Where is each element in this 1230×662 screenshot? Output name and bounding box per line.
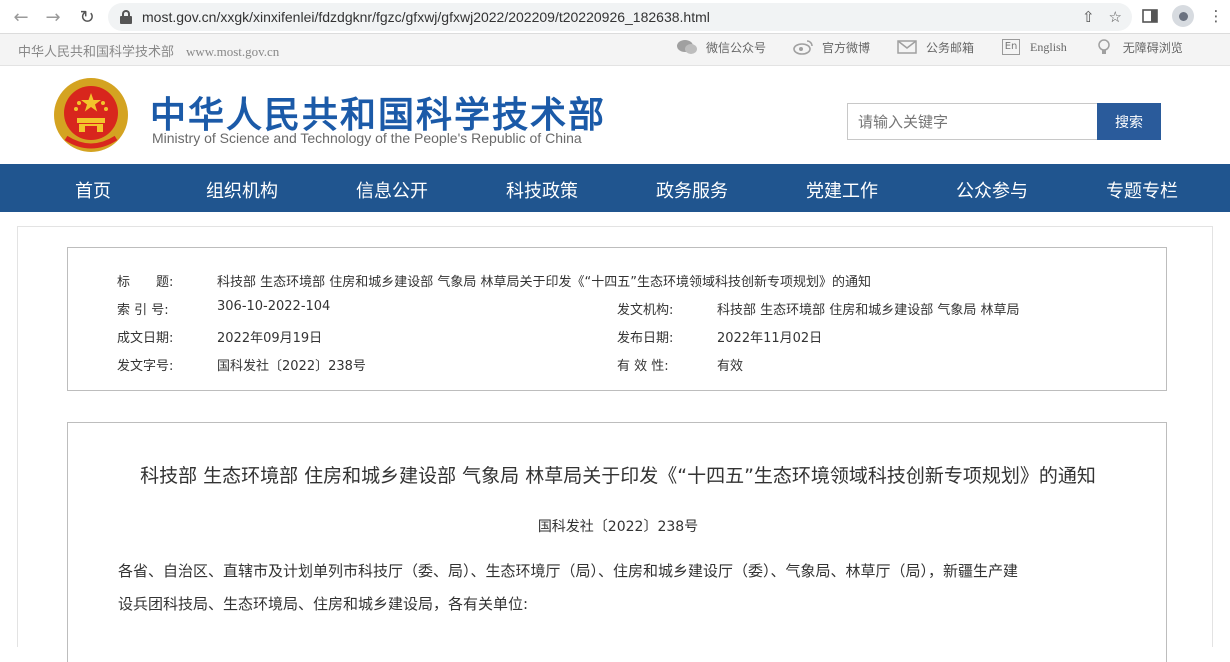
- url-text[interactable]: most.gov.cn/xxgk/xinxifenlei/fdzdgknr/fg…: [142, 9, 710, 25]
- browser-toolbar: ← → ↻ most.gov.cn/xxgk/xinxifenlei/fdzdg…: [0, 0, 1230, 34]
- article-title: 科技部 生态环境部 住房和城乡建设部 气象局 林草局关于印发《“十四五”生态环境…: [140, 465, 1096, 487]
- mail-icon: [896, 38, 918, 56]
- article-line: 各省、自治区、直辖市及计划单列市科技厅（委、局）、生态环境厅（局）、住房和城乡建…: [118, 562, 1019, 580]
- site-url: www.most.gov.cn: [186, 44, 280, 59]
- meta-index-label: 索 引 号:: [117, 303, 169, 318]
- meta-index-value: 306-10-2022-104: [217, 299, 331, 314]
- wechat-link[interactable]: 微信公众号: [676, 38, 766, 56]
- nav-item-services[interactable]: 政务服务: [656, 177, 728, 203]
- meta-published-value: 2022年11月02日: [717, 331, 823, 346]
- weibo-icon: [792, 38, 814, 56]
- national-emblem-logo[interactable]: [52, 76, 130, 154]
- address-bar[interactable]: most.gov.cn/xxgk/xinxifenlei/fdzdgknr/fg…: [108, 3, 1132, 31]
- forward-arrow-icon[interactable]: →: [40, 4, 66, 30]
- nav-item-home[interactable]: 首页: [75, 177, 111, 203]
- meta-validity-label: 有 效 性:: [617, 359, 669, 374]
- nav-item-info-disclosure[interactable]: 信息公开: [356, 177, 428, 203]
- back-arrow-icon[interactable]: ←: [8, 4, 34, 30]
- meta-title-label: 标 题:: [117, 275, 174, 290]
- meta-created-value: 2022年09月19日: [217, 331, 323, 346]
- site-title-en: Ministry of Science and Technology of th…: [152, 130, 582, 146]
- weibo-link[interactable]: 官方微博: [792, 38, 870, 56]
- meta-validity-value: 有效: [717, 359, 744, 374]
- meta-issuer-label: 发文机构:: [617, 303, 674, 318]
- search-input[interactable]: [847, 103, 1097, 140]
- sidebar-toggle-icon[interactable]: [1138, 4, 1162, 28]
- profile-avatar[interactable]: [1172, 5, 1194, 27]
- article-doc-number: 国科发社〔2022〕238号: [537, 519, 699, 535]
- site-name: 中华人民共和国科学技术部 www.most.gov.cn: [18, 44, 280, 60]
- article-line: 设兵团科技局、生态环境局、住房和城乡建设局，各有关单位:: [118, 595, 529, 613]
- meta-issuer-value: 科技部 生态环境部 住房和城乡建设部 气象局 林草局: [717, 303, 1020, 318]
- site-header: 中华人民共和国科学技术部 Ministry of Science and Tec…: [0, 66, 1230, 164]
- english-icon: En: [1000, 38, 1022, 56]
- accessibility-icon: [1093, 38, 1115, 56]
- nav-item-policy[interactable]: 科技政策: [506, 177, 578, 203]
- share-icon[interactable]: ⇧: [1082, 8, 1095, 26]
- nav-item-topics[interactable]: 专题专栏: [1106, 177, 1178, 203]
- search-button[interactable]: 搜索: [1097, 103, 1161, 140]
- nav-item-organization[interactable]: 组织机构: [206, 177, 278, 203]
- meta-docno-value: 国科发社〔2022〕238号: [217, 359, 366, 374]
- accessibility-link[interactable]: 无障碍浏览: [1093, 38, 1183, 56]
- bookmark-star-icon[interactable]: ☆: [1109, 8, 1122, 26]
- lock-icon: [120, 10, 132, 24]
- article-body: 科技部 生态环境部 住房和城乡建设部 气象局 林草局关于印发《“十四五”生态环境…: [67, 422, 1167, 662]
- nav-item-public[interactable]: 公众参与: [956, 177, 1028, 203]
- document-metadata: 标 题: 科技部 生态环境部 住房和城乡建设部 气象局 林草局关于印发《“十四五…: [67, 247, 1167, 391]
- meta-created-label: 成文日期:: [117, 331, 174, 346]
- mail-link[interactable]: 公务邮箱: [896, 38, 974, 56]
- nav-item-party[interactable]: 党建工作: [806, 177, 878, 203]
- wechat-icon: [676, 38, 698, 56]
- meta-title-value: 科技部 生态环境部 住房和城乡建设部 气象局 林草局关于印发《“十四五”生态环境…: [217, 275, 871, 290]
- menu-kebab-icon[interactable]: ⋮: [1204, 4, 1228, 28]
- english-link[interactable]: En English: [1000, 38, 1067, 56]
- utility-bar: 中华人民共和国科学技术部 www.most.gov.cn 微信公众号 官方微博 公…: [0, 34, 1230, 66]
- reload-icon[interactable]: ↻: [74, 4, 100, 30]
- meta-published-label: 发布日期:: [617, 331, 674, 346]
- article-paragraph: 各省、自治区、直辖市及计划单列市科技厅（委、局）、生态环境厅（局）、住房和城乡建…: [118, 555, 1118, 621]
- main-nav: 首页 组织机构 信息公开 科技政策 政务服务 党建工作 公众参与 专题专栏: [0, 164, 1230, 212]
- meta-docno-label: 发文字号:: [117, 359, 174, 374]
